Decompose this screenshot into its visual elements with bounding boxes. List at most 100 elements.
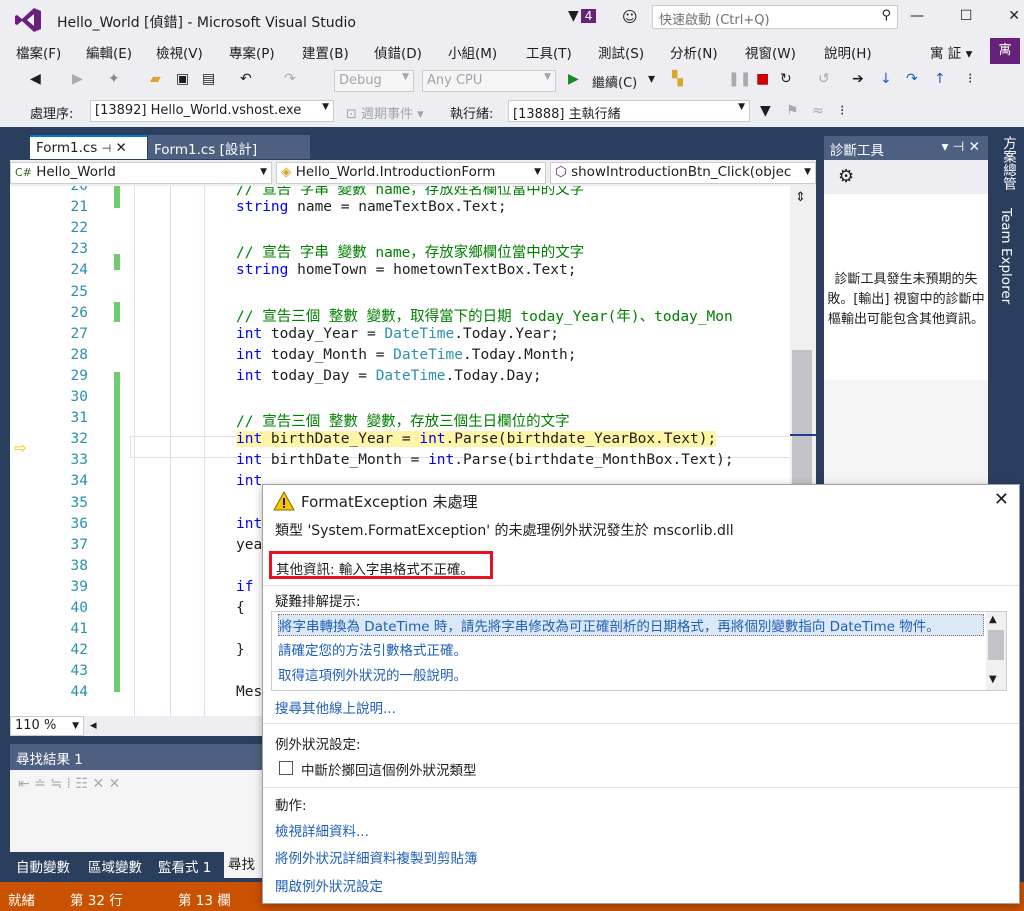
line-number: 42: [70, 642, 88, 659]
search-icon: ⚲: [881, 8, 891, 23]
menu-edit[interactable]: 編輯(E): [86, 42, 132, 62]
step-into-icon[interactable]: ↓: [880, 70, 892, 88]
tab-form1-design[interactable]: Form1.cs [設計]: [148, 135, 310, 159]
redo-icon[interactable]: ↷: [284, 70, 296, 88]
minimize-button[interactable]: —: [910, 8, 924, 28]
code-line: 20 // 宣告 字串 變數 name，存放姓名欄位當中的文字: [10, 186, 816, 200]
solution-config-select[interactable]: Debug ▼: [334, 70, 414, 92]
split-icon[interactable]: ⇕: [795, 190, 806, 205]
pin-icon[interactable]: ⊣: [102, 142, 112, 155]
save-all-icon[interactable]: ▤: [202, 70, 215, 88]
menu-build[interactable]: 建置(B): [302, 42, 349, 62]
exception-settings-header: 例外狀況設定:: [275, 737, 361, 753]
copy-details-link[interactable]: 將例外狀況詳細資料複製到剪貼簿: [275, 847, 478, 867]
code-line: 31 // 宣告三個 整數 變數，存放三個生日欄位的文字: [10, 410, 816, 432]
exception-title: FormatException 未處理: [301, 493, 478, 511]
continue-button[interactable]: 繼續(C): [592, 72, 637, 91]
show-next-statement-icon[interactable]: ➔: [852, 70, 864, 88]
scroll-left-icon[interactable]: ◂: [90, 718, 97, 733]
hint-link-1[interactable]: 將字串轉換為 DateTime 時，請先將字串修改為可正確剖析的日期格式，再將個…: [278, 614, 984, 636]
zoom-select[interactable]: 110 % ▼: [10, 716, 84, 736]
menu-tools[interactable]: 工具(T): [526, 42, 572, 62]
continue-play-icon[interactable]: ▶: [568, 70, 579, 88]
diagnostics-toolbar: ⚙: [824, 160, 988, 194]
line-number: 37: [70, 536, 88, 553]
stack-frame-icon[interactable]: ≈: [812, 102, 824, 120]
process-select[interactable]: [13892] Hello_World.vshost.exe ▼: [90, 100, 334, 122]
menu-help[interactable]: 說明(H): [824, 42, 872, 62]
lifecycle-events-button[interactable]: ⊡ 週期事件 ▾: [346, 103, 424, 122]
menu-analyze[interactable]: 分析(N): [670, 42, 718, 62]
line-number: 40: [70, 600, 88, 616]
new-project-icon[interactable]: ✦: [108, 70, 120, 88]
close-window-button[interactable]: ✕: [1008, 8, 1020, 28]
hint-link-3[interactable]: 取得這項例外狀況的一般說明。: [278, 664, 467, 684]
toolbar-overflow-icon[interactable]: ⁝: [968, 70, 972, 88]
menu-project[interactable]: 專案(P): [229, 42, 275, 62]
refresh-icon[interactable]: ↺: [818, 70, 830, 88]
pause-icon[interactable]: ❚❚: [728, 70, 751, 88]
platform-select[interactable]: Any CPU ▼: [422, 70, 556, 92]
panel-controls[interactable]: ▾ ⊣ ✕: [942, 139, 980, 155]
search-online-link[interactable]: 搜尋其他線上說明...: [275, 697, 396, 717]
break-on-throw-checkbox[interactable]: [279, 761, 293, 775]
code-text: int: [236, 473, 263, 490]
line-number: 33: [70, 452, 88, 469]
thread-select[interactable]: [13888] 主執行緒 ▼: [508, 100, 750, 122]
menu-window[interactable]: 視窗(W): [745, 42, 796, 62]
project-select[interactable]: C# Hello_World ▼: [10, 162, 272, 184]
line-number: 28: [70, 346, 88, 363]
menu-test[interactable]: 測試(S): [598, 42, 644, 62]
hint-link-2[interactable]: 請確定您的方法引數格式正確。: [278, 639, 467, 659]
flag-threads-icon[interactable]: ⚑: [786, 102, 799, 120]
view-details-link[interactable]: 檢視詳細資料...: [275, 820, 369, 840]
close-icon[interactable]: ✕: [994, 489, 1009, 510]
continue-dropdown-icon[interactable]: ▾: [648, 70, 655, 88]
line-number: 32: [70, 431, 88, 448]
tab-watch1[interactable]: 監看式 1: [158, 856, 211, 876]
open-exception-settings-link[interactable]: 開啟例外狀況設定: [275, 875, 383, 895]
open-folder-icon[interactable]: ▰: [150, 70, 161, 88]
forward-icon[interactable]: ▶: [72, 70, 83, 88]
quick-launch-input[interactable]: 快速啟動 (Ctrl+Q) ⚲: [652, 5, 898, 29]
hint-scrollbar[interactable]: ▲ ▼: [986, 612, 1006, 690]
tab-team-explorer[interactable]: Team Explorer: [998, 208, 1014, 304]
code-line: 26 // 宣告三個 整數 變數，取得當下的日期 today_Year(年)、to…: [10, 305, 816, 327]
code-text: string name = nameTextBox.Text;: [236, 199, 507, 216]
member-select[interactable]: ⬡ showIntroductionBtn_Click(objec ▼: [550, 162, 816, 184]
step-out-icon[interactable]: ↑: [934, 70, 946, 88]
status-column: 第 13 欄: [178, 893, 231, 909]
restart-icon[interactable]: ↻: [780, 70, 792, 88]
toolbar2-overflow-icon[interactable]: ⁝: [840, 102, 844, 120]
bottom-tabs: 自動變數 區域變數 監看式 1 尋找結: [10, 852, 266, 899]
line-number: 24: [70, 262, 88, 279]
save-icon[interactable]: ▣: [176, 70, 189, 88]
notification-button[interactable]: ▼ 4: [568, 8, 597, 24]
close-tab-icon[interactable]: ✕: [116, 140, 127, 156]
menu-debug[interactable]: 偵錯(D): [374, 42, 422, 62]
class-select[interactable]: ◈ Hello_World.IntroductionForm ▼: [276, 162, 546, 184]
tab-form1-cs[interactable]: Form1.cs ⊣ ✕: [30, 135, 147, 159]
filter-threads-icon[interactable]: ▼: [760, 102, 771, 120]
menu-view[interactable]: 檢視(V): [156, 42, 203, 62]
troubleshooting-header: 疑難排解提示:: [275, 594, 361, 610]
back-icon[interactable]: ◀: [30, 70, 41, 88]
stop-icon[interactable]: ■: [756, 70, 769, 88]
feedback-icon[interactable]: ☺: [622, 8, 638, 26]
tab-autos[interactable]: 自動變數: [16, 856, 70, 876]
tab-locals[interactable]: 區域變數: [88, 856, 142, 876]
settings-gear-icon[interactable]: ⚙: [838, 166, 854, 187]
menu-team[interactable]: 小組(M): [448, 42, 497, 62]
find-toolbar-icons[interactable]: ⇤ ≐ ≒ ⁞ ☷ ✕ ✕: [18, 776, 120, 792]
tab-find-results[interactable]: 尋找結: [224, 852, 266, 899]
account-name[interactable]: 寓 証 ▾: [930, 42, 972, 62]
window-controls: — ☐ ✕: [910, 8, 1020, 28]
line-number: 35: [70, 494, 88, 511]
menu-file[interactable]: 檔案(F): [16, 42, 61, 62]
avatar[interactable]: 寓: [990, 38, 1020, 64]
step-over-icon[interactable]: ↷: [906, 70, 918, 88]
tab-solution-explorer[interactable]: 方案總管: [998, 136, 1018, 190]
undo-icon[interactable]: ↶: [240, 70, 252, 88]
debug-target-icon[interactable]: ▚: [672, 70, 683, 88]
maximize-button[interactable]: ☐: [960, 8, 973, 28]
